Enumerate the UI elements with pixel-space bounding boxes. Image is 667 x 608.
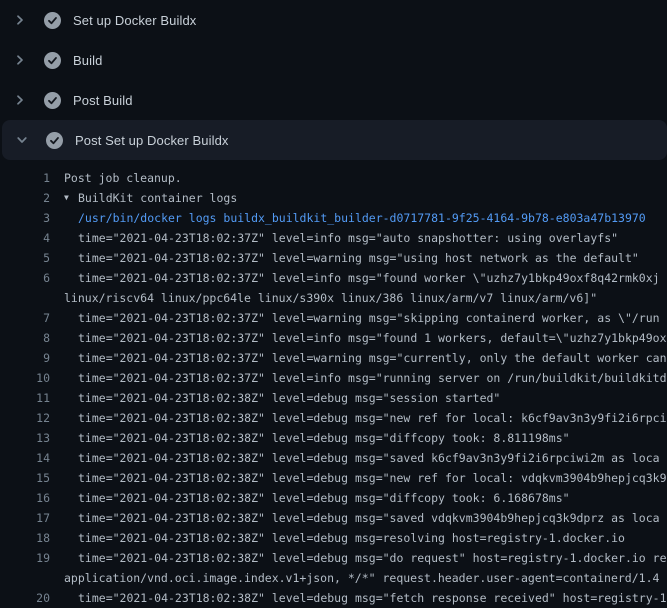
log-text: time="2021-04-23T18:02:37Z" level=warnin… [78, 308, 660, 328]
line-number[interactable]: 16 [0, 488, 50, 508]
log-line: 15 time="2021-04-23T18:02:38Z" level=deb… [0, 468, 667, 488]
step-section-row-set-up-docker-buildx[interactable]: Set up Docker Buildx [0, 0, 667, 40]
log-text: time="2021-04-23T18:02:38Z" level=debug … [78, 488, 570, 508]
log-line: 6 time="2021-04-23T18:02:37Z" level=info… [0, 268, 667, 288]
log-line: application/vnd.oci.image.index.v1+json,… [0, 568, 667, 588]
log-line: 13 time="2021-04-23T18:02:38Z" level=deb… [0, 428, 667, 448]
log-text: time="2021-04-23T18:02:38Z" level=debug … [78, 468, 667, 488]
line-number[interactable]: 14 [0, 448, 50, 468]
log-text: time="2021-04-23T18:02:38Z" level=debug … [78, 588, 667, 608]
line-number[interactable]: 13 [0, 428, 50, 448]
log-text: time="2021-04-23T18:02:37Z" level=info m… [78, 368, 667, 388]
log-line: 17 time="2021-04-23T18:02:38Z" level=deb… [0, 508, 667, 528]
log-line: 1 Post job cleanup. [0, 168, 667, 188]
log-text: time="2021-04-23T18:02:38Z" level=debug … [78, 448, 660, 468]
line-number[interactable]: 17 [0, 508, 50, 528]
check-circle-icon [44, 52, 61, 69]
line-number[interactable]: 20 [0, 588, 50, 608]
log-text: time="2021-04-23T18:02:37Z" level=info m… [78, 328, 667, 348]
chevron-right-icon[interactable] [12, 92, 28, 108]
line-number[interactable]: 12 [0, 408, 50, 428]
log-text: time="2021-04-23T18:02:38Z" level=debug … [78, 408, 667, 428]
chevron-down-icon[interactable] [14, 132, 30, 148]
log-line: 4 time="2021-04-23T18:02:37Z" level=info… [0, 228, 667, 248]
line-number[interactable]: 6 [0, 268, 50, 288]
line-number[interactable]: 4 [0, 228, 50, 248]
log-text: /usr/bin/docker logs buildx_buildkit_bui… [78, 208, 646, 228]
step-section-label: Post Build [73, 93, 133, 108]
log-line: 12 time="2021-04-23T18:02:38Z" level=deb… [0, 408, 667, 428]
step-section-label: Post Set up Docker Buildx [75, 133, 229, 148]
line-number[interactable]: 19 [0, 548, 50, 568]
log-text: time="2021-04-23T18:02:38Z" level=debug … [78, 508, 660, 528]
line-number[interactable]: 7 [0, 308, 50, 328]
chevron-right-icon[interactable] [12, 12, 28, 28]
step-section-list: Set up Docker Buildx Build Post Build Po… [0, 0, 667, 160]
line-number[interactable]: 18 [0, 528, 50, 548]
line-number[interactable]: 1 [0, 168, 50, 188]
log-viewer: 1 Post job cleanup. 2 ▼BuildKit containe… [0, 160, 667, 608]
log-line: 2 ▼BuildKit container logs [0, 188, 667, 208]
line-number[interactable]: 9 [0, 348, 50, 368]
line-number[interactable]: 5 [0, 248, 50, 268]
log-text: time="2021-04-23T18:02:38Z" level=debug … [78, 388, 500, 408]
log-text: Post job cleanup. [64, 168, 182, 188]
step-section-row-post-build[interactable]: Post Build [0, 80, 667, 120]
log-line: 10 time="2021-04-23T18:02:37Z" level=inf… [0, 368, 667, 388]
step-section-row-post-set-up-docker-buildx[interactable]: Post Set up Docker Buildx [2, 120, 667, 160]
check-circle-icon [44, 92, 61, 109]
log-line: 20 time="2021-04-23T18:02:38Z" level=deb… [0, 588, 667, 608]
log-line: 3 /usr/bin/docker logs buildx_buildkit_b… [0, 208, 667, 228]
line-number [0, 288, 50, 308]
log-line: 16 time="2021-04-23T18:02:38Z" level=deb… [0, 488, 667, 508]
line-number [0, 568, 50, 588]
line-number[interactable]: 10 [0, 368, 50, 388]
log-text: time="2021-04-23T18:02:37Z" level=info m… [78, 268, 660, 288]
check-circle-icon [46, 132, 63, 149]
line-number[interactable]: 11 [0, 388, 50, 408]
log-text: time="2021-04-23T18:02:37Z" level=warnin… [78, 348, 667, 368]
triangle-down-icon[interactable]: ▼ [64, 188, 78, 208]
log-line: 19 time="2021-04-23T18:02:38Z" level=deb… [0, 548, 667, 568]
log-line: 18 time="2021-04-23T18:02:38Z" level=deb… [0, 528, 667, 548]
log-line: 9 time="2021-04-23T18:02:37Z" level=warn… [0, 348, 667, 368]
step-section-label: Build [73, 53, 102, 68]
line-number[interactable]: 3 [0, 208, 50, 228]
step-section-label: Set up Docker Buildx [73, 13, 196, 28]
log-text: time="2021-04-23T18:02:38Z" level=debug … [78, 528, 625, 548]
log-line: 5 time="2021-04-23T18:02:37Z" level=warn… [0, 248, 667, 268]
log-line: 8 time="2021-04-23T18:02:37Z" level=info… [0, 328, 667, 348]
log-line: linux/riscv64 linux/ppc64le linux/s390x … [0, 288, 667, 308]
chevron-right-icon[interactable] [12, 52, 28, 68]
log-text: linux/riscv64 linux/ppc64le linux/s390x … [64, 288, 597, 308]
line-number[interactable]: 15 [0, 468, 50, 488]
log-line: 14 time="2021-04-23T18:02:38Z" level=deb… [0, 448, 667, 468]
step-section-row-build[interactable]: Build [0, 40, 667, 80]
line-number[interactable]: 8 [0, 328, 50, 348]
log-text: time="2021-04-23T18:02:37Z" level=warnin… [78, 248, 639, 268]
log-text: time="2021-04-23T18:02:38Z" level=debug … [78, 548, 667, 568]
log-line: 7 time="2021-04-23T18:02:37Z" level=warn… [0, 308, 667, 328]
log-text: BuildKit container logs [78, 188, 237, 208]
log-text: application/vnd.oci.image.index.v1+json,… [64, 568, 659, 588]
log-text: time="2021-04-23T18:02:38Z" level=debug … [78, 428, 570, 448]
log-line: 11 time="2021-04-23T18:02:38Z" level=deb… [0, 388, 667, 408]
log-text: time="2021-04-23T18:02:37Z" level=info m… [78, 228, 618, 248]
check-circle-icon [44, 12, 61, 29]
line-number[interactable]: 2 [0, 188, 50, 208]
